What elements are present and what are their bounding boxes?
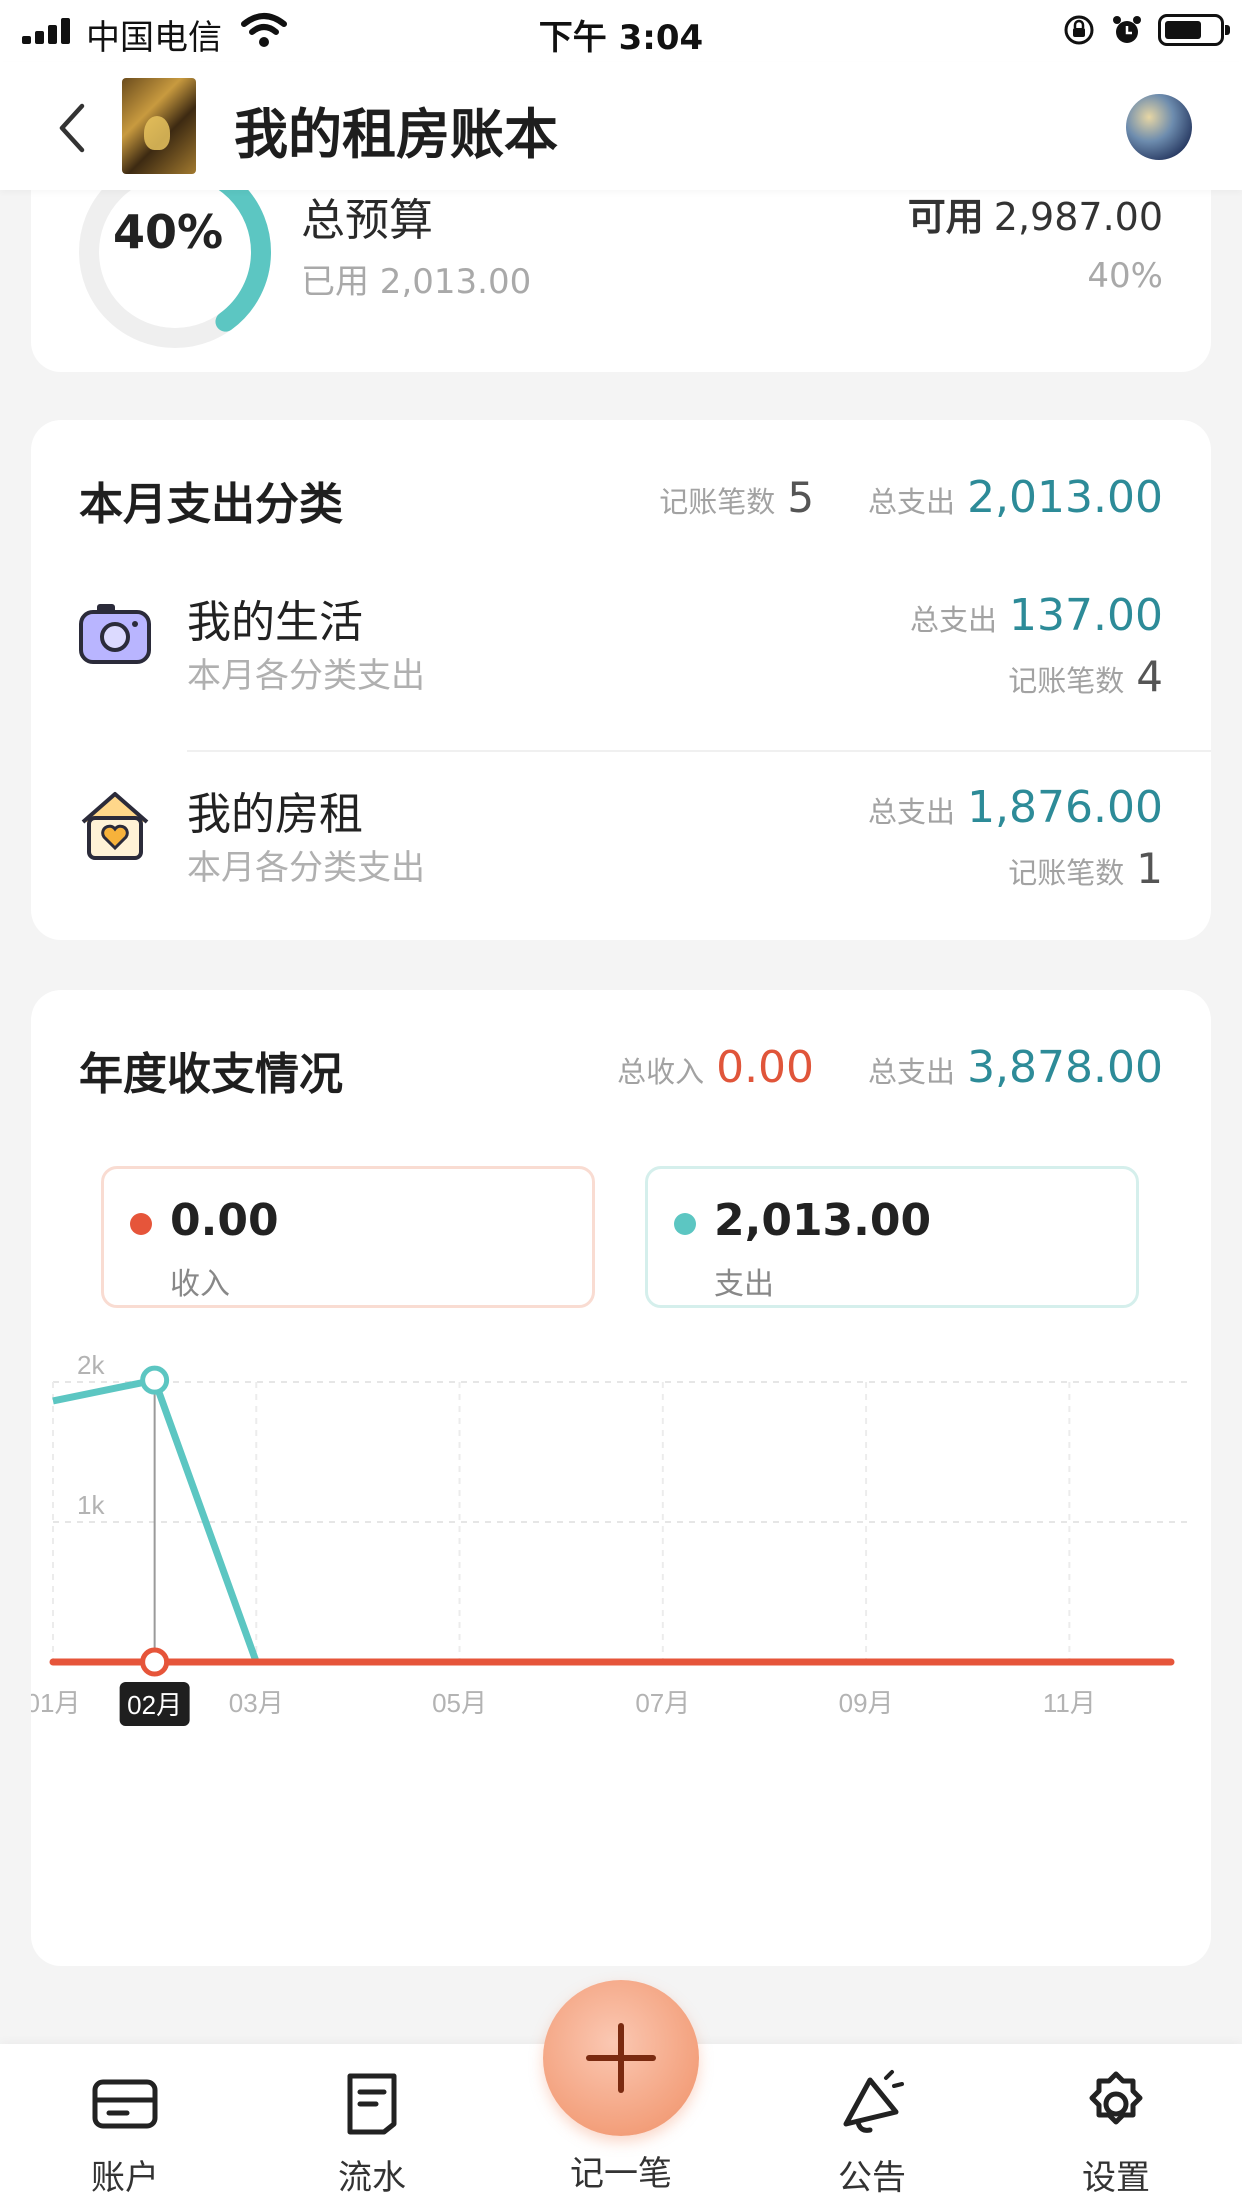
x-tick-label: 07月 bbox=[635, 1688, 690, 1718]
avatar[interactable] bbox=[1126, 94, 1192, 160]
tab-transactions-label: 流水 bbox=[338, 2158, 406, 2198]
budget-available: 可用 2,987.00 bbox=[908, 186, 1163, 241]
category-total-label: 总支出 bbox=[868, 795, 956, 829]
annual-expense-value: 3,878.00 bbox=[967, 1042, 1163, 1093]
count-label: 记账笔数 bbox=[659, 485, 776, 519]
category-name: 我的房租 bbox=[187, 789, 363, 840]
wallet-card-icon bbox=[92, 2079, 158, 2129]
annual-section-stats: 总收入 0.00 总支出 3,878.00 bbox=[617, 1042, 1163, 1093]
battery-icon bbox=[1158, 14, 1230, 46]
tab-announcements-label: 公告 bbox=[838, 2158, 906, 2198]
x-tick-label: 03月 bbox=[229, 1688, 284, 1718]
receipt-icon bbox=[347, 2073, 397, 2135]
category-subtitle: 本月各分类支出 bbox=[187, 656, 425, 696]
x-tick-label-highlighted: 02月 bbox=[127, 1690, 182, 1720]
category-subtitle: 本月各分类支出 bbox=[187, 848, 425, 888]
budget-available-label: 可用 bbox=[907, 195, 984, 239]
category-total-value: 1,876.00 bbox=[967, 782, 1163, 833]
x-tick-label: 11月 bbox=[1043, 1688, 1096, 1718]
category-count-label: 记账笔数 bbox=[1008, 664, 1125, 698]
megaphone-icon bbox=[843, 2070, 904, 2133]
income-legend-label: 收入 bbox=[170, 1267, 230, 1302]
tab-announcements[interactable]: 公告 bbox=[792, 2068, 952, 2199]
add-record-label: 记一笔 bbox=[570, 2154, 672, 2194]
income-point-highlight bbox=[140, 1647, 170, 1677]
annual-section-title: 年度收支情况 bbox=[79, 1049, 343, 1100]
tab-accounts[interactable]: 账户 bbox=[45, 2068, 205, 2199]
income-legend-card[interactable]: 0.00 收入 bbox=[101, 1166, 595, 1308]
y-tick-label: 1k bbox=[77, 1490, 105, 1520]
budget-ring-percent: 40% bbox=[112, 205, 224, 259]
category-section-title: 本月支出分类 bbox=[79, 479, 343, 530]
status-time: 下午 3:04 bbox=[538, 18, 704, 58]
category-item-rent[interactable]: 我的房租 本月各分类支出 总支出 1,876.00 记账笔数 1 bbox=[31, 742, 1211, 932]
category-total-label: 总支出 bbox=[910, 603, 998, 637]
x-tick-label: 05月 bbox=[432, 1688, 487, 1718]
navigation-header: 我的租房账本 bbox=[0, 62, 1242, 190]
back-chevron-icon[interactable] bbox=[50, 98, 98, 158]
category-name: 我的生活 bbox=[187, 597, 363, 648]
status-bar: 中国电信 下午 3:04 bbox=[0, 0, 1242, 62]
expense-legend-label: 支出 bbox=[714, 1267, 774, 1302]
budget-available-value: 2,987.00 bbox=[993, 195, 1163, 239]
gear-icon bbox=[1089, 2071, 1143, 2125]
tab-settings[interactable]: 设置 bbox=[1036, 2068, 1196, 2199]
annual-expense-label: 总支出 bbox=[868, 1055, 956, 1089]
tab-settings-label: 设置 bbox=[1082, 2158, 1150, 2198]
camera-icon bbox=[79, 604, 151, 664]
income-legend-value: 0.00 bbox=[170, 1195, 279, 1246]
alarm-icon bbox=[1113, 16, 1141, 43]
annual-line-chart[interactable]: 2k 1k 01月 02月 03月 05月 07月 09月 11月 bbox=[31, 1342, 1211, 1922]
budget-progress-ring bbox=[79, 172, 271, 348]
x-tick-label: 01月 bbox=[31, 1688, 80, 1718]
budget-title: 总预算 bbox=[301, 195, 433, 246]
budget-percent: 40% bbox=[1087, 256, 1163, 296]
category-total-value: 137.00 bbox=[1009, 590, 1163, 641]
ledger-cover-image bbox=[122, 78, 196, 174]
annual-income-value: 0.00 bbox=[716, 1042, 815, 1093]
total-value: 2,013.00 bbox=[967, 472, 1163, 523]
budget-used: 已用 2,013.00 bbox=[301, 262, 532, 302]
category-count-label: 记账笔数 bbox=[1008, 856, 1125, 890]
page-title: 我的租房账本 bbox=[234, 103, 558, 166]
orientation-lock-icon bbox=[1064, 15, 1094, 45]
annual-income-label: 总收入 bbox=[617, 1055, 705, 1089]
annual-summary-card: 年度收支情况 总收入 0.00 总支出 3,878.00 0.00 收入 2,0… bbox=[31, 990, 1211, 1966]
category-count-value: 4 bbox=[1136, 652, 1163, 701]
add-record-button[interactable] bbox=[543, 1980, 699, 2136]
category-section-stats: 记账笔数 5 总支出 2,013.00 bbox=[659, 472, 1163, 523]
expense-legend-value: 2,013.00 bbox=[714, 1195, 932, 1246]
house-heart-icon bbox=[81, 792, 149, 860]
category-item-life[interactable]: 我的生活 本月各分类支出 总支出 137.00 记账笔数 4 bbox=[31, 550, 1211, 740]
total-label: 总支出 bbox=[868, 485, 956, 519]
category-count-value: 1 bbox=[1136, 844, 1163, 893]
expense-point-highlight bbox=[140, 1365, 170, 1395]
count-value: 5 bbox=[787, 473, 815, 522]
plus-icon bbox=[586, 2023, 656, 2093]
x-tick-label: 09月 bbox=[839, 1688, 894, 1718]
income-dot-icon bbox=[130, 1213, 152, 1235]
monthly-category-card: 本月支出分类 记账笔数 5 总支出 2,013.00 我的生活 本月各分类支出 … bbox=[31, 420, 1211, 940]
expense-dot-icon bbox=[674, 1213, 696, 1235]
tab-transactions[interactable]: 流水 bbox=[292, 2068, 452, 2199]
tab-accounts-label: 账户 bbox=[91, 2158, 159, 2198]
y-tick-label: 2k bbox=[77, 1350, 105, 1380]
expense-legend-card[interactable]: 2,013.00 支出 bbox=[645, 1166, 1139, 1308]
